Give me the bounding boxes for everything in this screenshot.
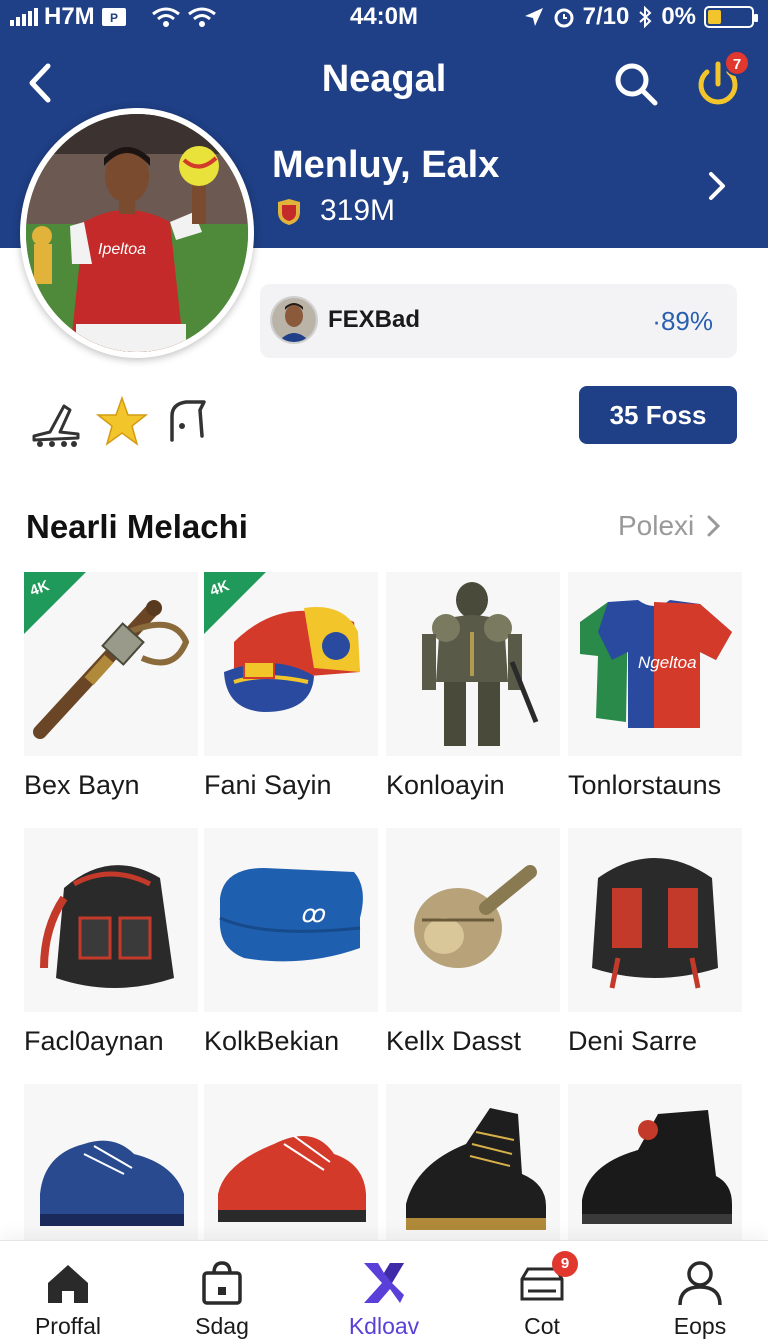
power-button[interactable]: 7 <box>692 50 750 110</box>
home-icon <box>44 1259 92 1307</box>
nav-item-cart[interactable]: 9 Cot <box>482 1251 602 1340</box>
stat-value: ·89% <box>652 306 713 336</box>
product-card[interactable]: Facl0aynan <box>24 828 198 1057</box>
follow-button[interactable]: 35 Foss <box>579 386 737 444</box>
product-card[interactable]: 4K Bex Bayn <box>24 572 198 801</box>
product-image[interactable]: 4K <box>24 572 198 756</box>
product-image[interactable] <box>386 572 560 756</box>
product-name: Deni Sarre <box>568 1026 698 1056</box>
section-see-all-link[interactable]: Polexi <box>618 510 722 542</box>
avatar[interactable]: Ipeltoa <box>20 108 254 358</box>
store-icon: 9 <box>518 1251 578 1307</box>
product-card[interactable]: Kellx Dasst <box>386 828 560 1057</box>
jersey-icon: Ngeltoa <box>568 572 742 756</box>
star-icon[interactable] <box>96 396 148 448</box>
notification-badge: 7 <box>724 50 750 76</box>
nav-label: Cot <box>524 1313 560 1339</box>
section-title: Nearli Melachi <box>26 508 248 545</box>
stat-card[interactable]: FEXBad ·89% <box>260 284 737 358</box>
chevron-left-icon <box>29 63 51 103</box>
product-name: Tonlorstauns <box>568 770 722 800</box>
product-card[interactable]: Konloayin <box>386 572 560 801</box>
backpack-icon <box>568 828 742 1012</box>
battery-text: 0% <box>661 3 696 30</box>
nav-label: Eops <box>673 1313 727 1339</box>
product-card[interactable]: Ngeltoa Tonlorstauns <box>568 572 742 801</box>
armor-figure-icon <box>386 572 560 756</box>
profile-arrow-button[interactable] <box>702 166 732 206</box>
svg-text:ꝏ: ꝏ <box>300 902 326 928</box>
location-icon <box>524 8 543 26</box>
product-image[interactable] <box>568 828 742 1012</box>
bag-icon <box>24 828 198 1012</box>
product-image[interactable]: Ngeltoa <box>568 572 742 756</box>
bottom-nav: Proffal Sdag Kdloav 9 Cot Eops <box>0 1240 768 1344</box>
logo-icon <box>360 1259 408 1307</box>
search-button[interactable] <box>612 60 660 108</box>
product-card[interactable]: ꝏ KolkBekian <box>204 828 378 1057</box>
product-card[interactable]: Deni Sarre <box>568 828 742 1057</box>
nav-item-shop[interactable]: Sdag <box>162 1259 282 1340</box>
jersey-print: Ngeltoa <box>638 653 697 672</box>
shirt-icon[interactable] <box>164 396 216 448</box>
helmet-icon <box>386 828 560 1012</box>
nav-item-home[interactable]: Kdloav <box>324 1259 444 1340</box>
nav-label: Kdloav <box>348 1313 420 1339</box>
battery-icon <box>704 6 758 28</box>
nav-label: Sdag <box>195 1313 249 1339</box>
product-image[interactable]: 4K <box>204 572 378 756</box>
status-right: 7/10 0% <box>523 3 758 31</box>
nav-label: Proffal <box>34 1313 102 1339</box>
nav-item-account[interactable]: Eops <box>640 1259 760 1340</box>
status-bar: H7M P 44:0M 7/10 0% <box>0 0 768 34</box>
bluetooth-icon <box>639 6 652 28</box>
shopping-bag-icon <box>198 1259 246 1307</box>
product-name: Fani Sayin <box>204 770 332 800</box>
alarm-icon <box>554 8 574 28</box>
nav-item-profile[interactable]: Proffal <box>8 1259 128 1340</box>
back-button[interactable] <box>26 62 56 104</box>
cart-badge: 9 <box>552 1251 578 1277</box>
player-photo: Ipeltoa <box>26 114 248 352</box>
towel-icon: ꝏ <box>204 828 378 1012</box>
product-card[interactable]: 4K Fani Sayin <box>204 572 378 801</box>
product-name: Konloayin <box>386 770 505 800</box>
product-name: Kellx Dasst <box>386 1026 522 1056</box>
chevron-right-icon <box>709 172 725 200</box>
stat-avatar-photo <box>272 298 316 342</box>
search-icon <box>615 63 658 106</box>
stat-label: FEXBad <box>328 306 421 333</box>
profile-name: Menluy, Ealx <box>272 144 500 186</box>
club-badge-icon <box>278 199 300 225</box>
status-right-text: 7/10 <box>582 3 630 30</box>
product-image[interactable]: ꝏ <box>204 828 378 1012</box>
stat-avatar <box>270 296 318 344</box>
product-image[interactable] <box>386 828 560 1012</box>
follower-count: 319M <box>320 194 396 227</box>
section-link-label: Polexi <box>618 510 695 541</box>
product-name: KolkBekian <box>204 1026 340 1056</box>
shoe-icon[interactable] <box>30 396 82 448</box>
person-icon <box>676 1259 724 1307</box>
product-image[interactable] <box>24 828 198 1012</box>
product-name: Facl0aynan <box>24 1026 164 1056</box>
product-name: Bex Bayn <box>24 770 140 800</box>
chevron-right-icon <box>707 515 721 537</box>
jersey-text: Ipeltoa <box>98 241 146 258</box>
